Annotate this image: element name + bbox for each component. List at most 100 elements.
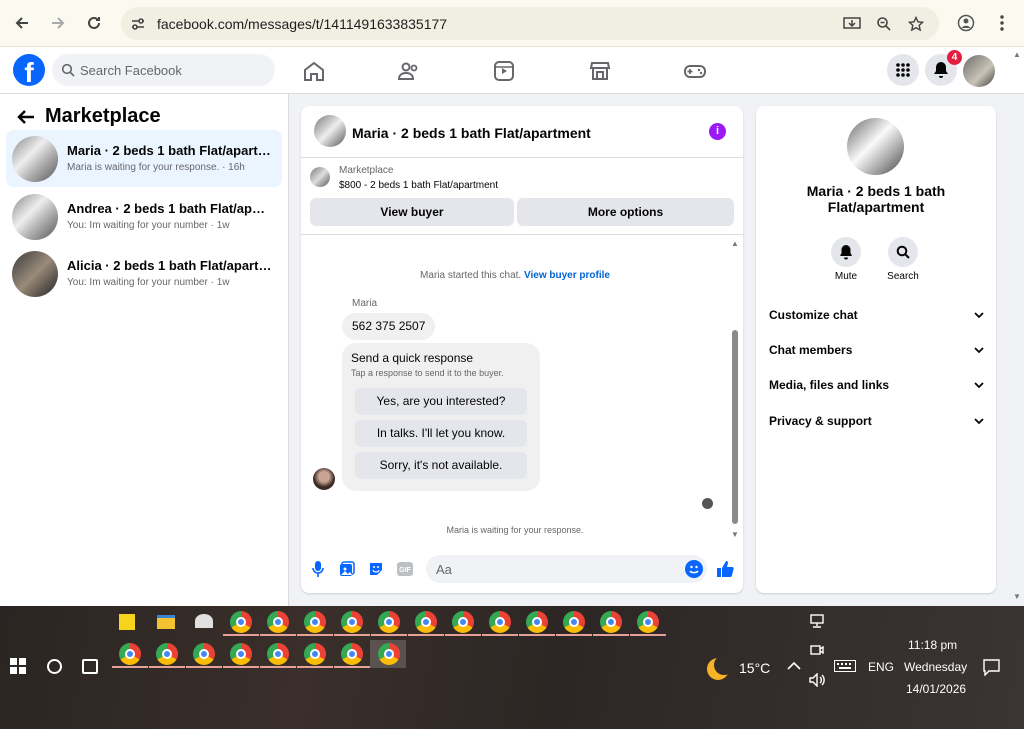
microphone-icon[interactable] xyxy=(309,560,327,578)
clock-time[interactable]: 11:18 pm xyxy=(908,638,957,652)
chrome-taskbar-icon[interactable] xyxy=(489,611,511,633)
windows-search-icon[interactable] xyxy=(47,659,62,674)
quick-response-button[interactable]: In talks. I'll let you know. xyxy=(355,420,527,447)
weather-moon-icon[interactable] xyxy=(707,655,734,680)
browser-toolbar: facebook.com/messages/t/1411491633835177 xyxy=(0,0,1024,47)
chrome-taskbar-icon[interactable] xyxy=(378,611,400,633)
quick-response-button[interactable]: Yes, are you interested? xyxy=(355,388,527,415)
back-arrow-icon[interactable] xyxy=(10,11,34,35)
paint-icon[interactable] xyxy=(195,614,213,628)
scroll-up-icon[interactable]: ▲ xyxy=(731,239,739,248)
privacy-support-row[interactable]: Privacy & support xyxy=(769,414,984,434)
back-arrow-icon[interactable] xyxy=(15,106,37,128)
reload-icon[interactable] xyxy=(82,11,106,35)
scrollbar-thumb[interactable] xyxy=(732,330,738,524)
view-buyer-profile-link[interactable]: View buyer profile xyxy=(524,270,610,281)
volume-icon[interactable] xyxy=(809,673,827,687)
more-options-button[interactable]: More options xyxy=(517,198,734,226)
address-bar[interactable]: facebook.com/messages/t/1411491633835177 xyxy=(121,7,939,40)
message-input[interactable]: Aa xyxy=(426,555,707,583)
chat-members-row[interactable]: Chat members xyxy=(769,343,984,363)
conversation-item-maria[interactable]: Maria · 2 beds 1 bath Flat/apartment Mar… xyxy=(6,130,282,187)
browser-menu-icon[interactable] xyxy=(990,11,1014,35)
chrome-taskbar-icon[interactable] xyxy=(378,643,400,665)
media-files-links-row[interactable]: Media, files and links xyxy=(769,378,984,398)
task-view-icon[interactable] xyxy=(82,659,98,674)
zoom-icon[interactable] xyxy=(875,15,893,33)
windows-start-icon[interactable] xyxy=(10,658,26,674)
home-icon[interactable] xyxy=(302,59,326,83)
chrome-taskbar-icon[interactable] xyxy=(119,643,141,665)
network-icon[interactable] xyxy=(809,614,825,628)
chevron-down-icon xyxy=(974,312,984,319)
keyboard-icon[interactable] xyxy=(834,660,856,672)
clock-date[interactable]: 14/01/2026 xyxy=(906,682,966,696)
chevron-up-icon[interactable] xyxy=(787,661,801,671)
chrome-taskbar-icon[interactable] xyxy=(267,611,289,633)
chrome-taskbar-icon[interactable] xyxy=(304,611,326,633)
facebook-header: f Search Facebook xyxy=(0,47,1024,94)
input-language[interactable]: ENG xyxy=(868,660,894,674)
thumbs-up-icon[interactable] xyxy=(716,560,734,578)
browser-profile-icon[interactable] xyxy=(954,11,978,35)
app-running-indicator xyxy=(334,666,370,668)
emoji-icon[interactable] xyxy=(685,560,703,578)
profile-avatar[interactable] xyxy=(963,55,995,87)
install-app-icon[interactable] xyxy=(843,15,861,33)
chrome-taskbar-icon[interactable] xyxy=(230,643,252,665)
app-running-indicator xyxy=(186,666,222,668)
facebook-search-input[interactable]: Search Facebook xyxy=(52,54,275,86)
gaming-icon[interactable] xyxy=(683,59,707,83)
site-settings-icon[interactable] xyxy=(129,15,147,33)
chrome-taskbar-icon[interactable] xyxy=(452,611,474,633)
chrome-taskbar-icon[interactable] xyxy=(193,643,215,665)
weather-temperature[interactable]: 15°C xyxy=(739,660,770,676)
friends-icon[interactable] xyxy=(397,59,421,83)
chat-listing-thumbnail[interactable] xyxy=(314,115,346,147)
quick-response-button[interactable]: Sorry, it's not available. xyxy=(355,452,527,479)
chrome-taskbar-icon[interactable] xyxy=(341,611,363,633)
chrome-taskbar-icon[interactable] xyxy=(637,611,659,633)
chrome-taskbar-icon[interactable] xyxy=(415,611,437,633)
chrome-taskbar-icon[interactable] xyxy=(230,611,252,633)
chrome-taskbar-icon[interactable] xyxy=(156,643,178,665)
app-running-indicator xyxy=(371,634,407,636)
notification-center-icon[interactable] xyxy=(983,659,1000,676)
app-running-indicator xyxy=(630,634,666,636)
video-icon[interactable] xyxy=(492,59,516,83)
chat-title[interactable]: Maria · 2 beds 1 bath Flat/apartment xyxy=(352,125,591,141)
page-scroll-up-icon[interactable]: ▲ xyxy=(1013,50,1021,59)
view-buyer-button[interactable]: View buyer xyxy=(310,198,514,226)
info-icon[interactable]: i xyxy=(709,123,726,140)
sender-avatar[interactable] xyxy=(313,468,335,490)
conversation-info-panel: Maria · 2 beds 1 bath Flat/apartment Mut… xyxy=(756,106,996,593)
search-icon[interactable] xyxy=(888,237,918,267)
chrome-taskbar-icon[interactable] xyxy=(267,643,289,665)
menu-grid-icon[interactable] xyxy=(887,54,919,86)
file-explorer-icon[interactable] xyxy=(157,615,175,629)
bookmark-star-icon[interactable] xyxy=(907,15,925,33)
conversation-item-andrea[interactable]: Andrea · 2 beds 1 bath Flat/apartment Yo… xyxy=(6,188,282,245)
conversation-item-alicia[interactable]: Alicia · 2 beds 1 bath Flat/apartment Yo… xyxy=(6,245,282,302)
clock-day[interactable]: Wednesday xyxy=(904,660,967,674)
sticker-icon[interactable] xyxy=(367,560,385,578)
chrome-taskbar-icon[interactable] xyxy=(600,611,622,633)
facebook-logo-icon[interactable]: f xyxy=(13,54,45,86)
mute-bell-icon[interactable] xyxy=(831,237,861,267)
page-scroll-down-icon[interactable]: ▼ xyxy=(1013,592,1021,601)
gif-icon[interactable]: GIF xyxy=(396,560,414,578)
chrome-taskbar-icon[interactable] xyxy=(341,643,363,665)
message-bubble[interactable]: 562 375 2507 xyxy=(342,313,436,340)
customize-chat-row[interactable]: Customize chat xyxy=(769,308,984,328)
chrome-taskbar-icon[interactable] xyxy=(304,643,326,665)
forward-arrow-icon[interactable] xyxy=(46,11,70,35)
meet-now-icon[interactable] xyxy=(810,643,824,657)
chrome-taskbar-icon[interactable] xyxy=(526,611,548,633)
marketplace-icon[interactable] xyxy=(588,59,612,83)
sticky-notes-icon[interactable] xyxy=(119,614,135,630)
scroll-down-icon[interactable]: ▼ xyxy=(731,530,739,539)
section-label: Privacy & support xyxy=(769,414,872,428)
chrome-taskbar-icon[interactable] xyxy=(563,611,585,633)
photo-icon[interactable] xyxy=(338,560,356,578)
svg-text:GIF: GIF xyxy=(399,567,411,574)
